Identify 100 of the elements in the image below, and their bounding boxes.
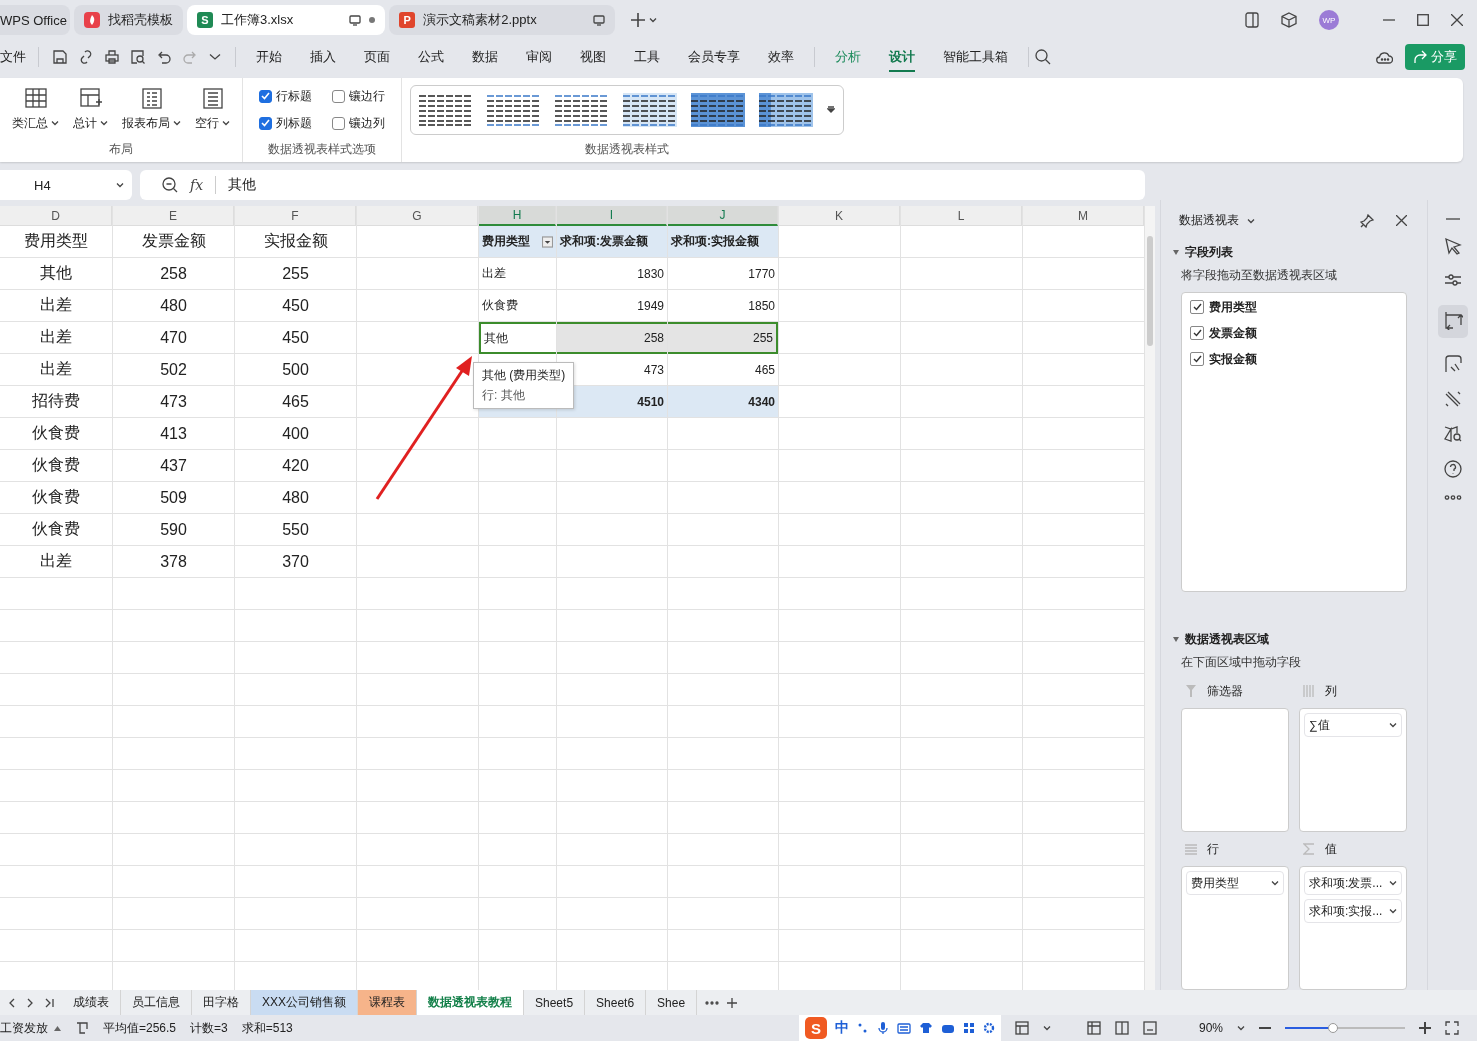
menu-tab[interactable]: 公式 [404, 42, 458, 72]
menu-tab[interactable]: 会员专享 [674, 42, 754, 72]
column-header[interactable]: H [479, 206, 556, 226]
document-tab[interactable]: WPS Office [0, 5, 70, 35]
search-icon[interactable] [1035, 49, 1051, 65]
share-button[interactable]: 分享 [1405, 44, 1465, 70]
table-style-icon[interactable] [759, 92, 813, 127]
document-tab[interactable]: S 工作簿3.xlsx [187, 5, 386, 35]
zoom-icon[interactable] [162, 177, 178, 193]
column-header[interactable]: F [235, 206, 356, 226]
column-header[interactable]: J [668, 206, 778, 226]
sheet-tab[interactable]: Sheet6 [585, 990, 647, 1015]
close-icon[interactable] [1396, 215, 1407, 227]
sheet-tab[interactable]: Sheet5 [524, 990, 586, 1015]
menu-tab[interactable]: 效率 [754, 42, 808, 72]
print-icon[interactable] [105, 50, 119, 64]
apps-icon[interactable] [962, 1022, 975, 1034]
style-option-checkbox[interactable]: 列标题 [259, 114, 312, 132]
caret-icon[interactable] [1389, 722, 1397, 728]
menu-tab[interactable]: 工具 [620, 42, 674, 72]
caret-icon[interactable] [1042, 1025, 1051, 1031]
menu-tab[interactable]: 设计 [875, 42, 929, 72]
macro-status[interactable]: 工资发放 [0, 1019, 61, 1037]
table-style-icon[interactable] [623, 92, 677, 127]
prev-sheet-icon[interactable] [8, 997, 16, 1008]
caret-icon[interactable] [648, 17, 657, 23]
column-header[interactable]: L [901, 206, 1022, 226]
field-chip[interactable]: 求和项:实报... [1304, 899, 1402, 923]
ribbon-button[interactable]: 总计 [69, 85, 112, 134]
cursor-icon[interactable] [1443, 237, 1462, 255]
more-icon[interactable] [1443, 495, 1462, 500]
column-header[interactable]: K [779, 206, 900, 226]
add-sheet-icon[interactable] [727, 997, 738, 1008]
menu-tab[interactable]: 页面 [350, 42, 404, 72]
style-option-checkbox[interactable]: 镶边列 [332, 114, 385, 132]
caret-icon[interactable] [54, 1025, 61, 1031]
field-checkbox[interactable]: 实报金额 [1190, 350, 1398, 368]
next-sheet-icon[interactable] [26, 997, 34, 1008]
field-chip[interactable]: ∑值 [1304, 713, 1402, 737]
drop-area[interactable]: 求和项:发票... 求和项:实报... [1299, 866, 1407, 990]
caret-icon[interactable] [1247, 217, 1255, 224]
caret-icon[interactable] [51, 120, 59, 126]
caret-icon[interactable] [1389, 908, 1397, 914]
caret-icon[interactable] [116, 182, 124, 188]
shirt-icon[interactable] [918, 1022, 933, 1034]
share-icon[interactable] [1413, 50, 1427, 64]
book-search-icon[interactable] [1443, 425, 1462, 443]
close-icon[interactable] [1451, 14, 1463, 26]
save-icon[interactable] [53, 50, 67, 64]
undo-icon[interactable] [157, 50, 171, 64]
menu-tab[interactable]: 数据 [458, 42, 512, 72]
tablet-icon[interactable] [1245, 12, 1259, 28]
ime-mode[interactable]: 中 [834, 1019, 849, 1037]
formula-field[interactable]: fx 其他 [140, 170, 1145, 200]
table-style-icon[interactable] [487, 92, 541, 127]
zoom-level[interactable]: 90% [1198, 1021, 1223, 1035]
caret-icon[interactable] [1271, 880, 1279, 886]
chart-style-icon[interactable] [1443, 355, 1462, 373]
keyboard-icon[interactable] [896, 1022, 911, 1034]
zoom-in-icon[interactable] [1419, 1022, 1431, 1034]
file-menu[interactable]: 文件 [0, 42, 32, 72]
ribbon-button[interactable]: 类汇总 [8, 85, 63, 134]
column-header[interactable]: M [1023, 206, 1144, 226]
column-header[interactable]: E [113, 206, 234, 226]
fullscreen-icon[interactable] [1445, 1021, 1459, 1035]
link-icon[interactable] [79, 50, 93, 64]
column-header[interactable]: I [557, 206, 667, 226]
scrollbar-thumb[interactable] [1147, 236, 1153, 346]
sheet-tab[interactable]: Shee [646, 990, 698, 1015]
menu-tab[interactable]: 分析 [821, 42, 875, 72]
menu-tab[interactable]: 审阅 [512, 42, 566, 72]
menu-tab[interactable]: 智能工具箱 [929, 42, 1022, 72]
gallery-more-icon[interactable] [827, 105, 835, 114]
field-chip[interactable]: 费用类型 [1186, 871, 1284, 895]
column-header[interactable]: G [357, 206, 478, 226]
microphone-icon[interactable] [876, 1021, 889, 1035]
style-option-checkbox[interactable]: 镶边行 [332, 87, 385, 105]
table-style-icon[interactable] [691, 92, 745, 127]
pin-icon[interactable] [1360, 213, 1374, 228]
caret-icon[interactable] [100, 120, 108, 126]
field-checkbox[interactable]: 发票金额 [1190, 324, 1398, 342]
cube-icon[interactable] [1281, 12, 1297, 28]
sheet-tab[interactable]: XXX公司销售额 [251, 990, 358, 1015]
field-chip[interactable]: 求和项:发票... [1304, 871, 1402, 895]
pivot-icon[interactable] [1442, 310, 1463, 330]
sheet-tab[interactable]: 员工信息 [121, 990, 192, 1015]
punctuation-icon[interactable] [856, 1022, 869, 1034]
function-label[interactable]: fx [190, 177, 204, 193]
page-view-icon[interactable] [1114, 1021, 1129, 1035]
menu-tab[interactable]: 插入 [296, 42, 350, 72]
table-style-icon[interactable] [419, 92, 473, 127]
layout-icon[interactable] [1014, 1021, 1029, 1035]
filter-dropdown-icon[interactable] [542, 235, 553, 248]
cloud-icon[interactable] [1375, 50, 1393, 64]
document-tab[interactable]: P 演示文稿素材2.pptx [389, 5, 615, 35]
sliders-icon[interactable] [1443, 272, 1462, 288]
more-sheets-icon[interactable] [705, 1000, 720, 1005]
new-tab-icon[interactable] [630, 13, 645, 27]
drop-area[interactable]: ∑值 [1299, 708, 1407, 832]
slider-thumb[interactable] [1328, 1023, 1338, 1033]
